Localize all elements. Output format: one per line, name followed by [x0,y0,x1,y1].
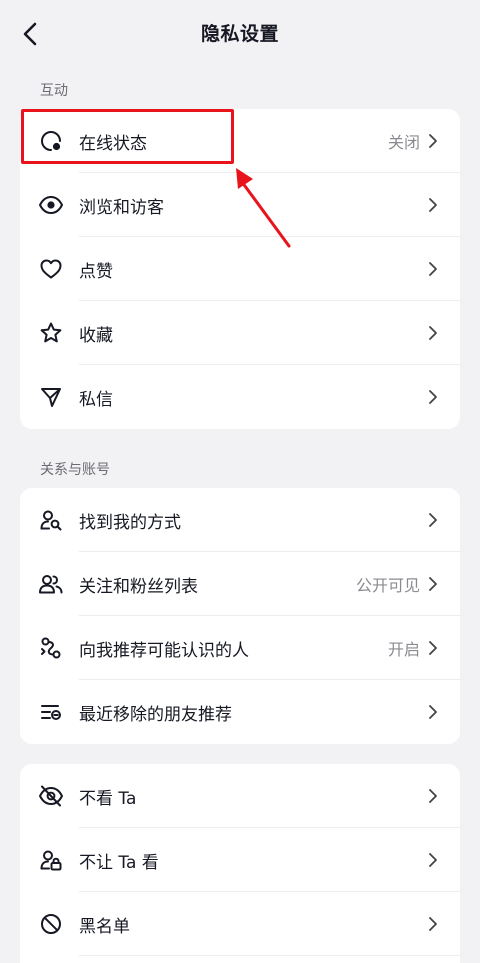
chevron-right-icon [428,513,440,527]
row-browse-visitors[interactable]: 浏览和访客 [20,173,460,237]
row-label: 不看 Ta [79,788,137,809]
row-label: 收藏 [79,325,113,346]
interaction-card: 在线状态 关闭 浏览和访客 点赞 收藏 私信 [20,109,460,429]
row-label: 找到我的方式 [79,512,181,533]
recommend-people-icon [38,635,64,661]
section-label-relationship: 关系与账号 [40,462,110,478]
row-label: 私信 [79,389,113,410]
row-follow-fans[interactable]: 关注和粉丝列表 公开可见 [20,552,460,616]
row-likes[interactable]: 点赞 [20,237,460,301]
row-label: 最近移除的朋友推荐 [79,704,232,725]
removed-list-icon [38,699,64,725]
heart-icon [38,256,64,282]
relationship-card: 找到我的方式 关注和粉丝列表 公开可见 向我推荐可能认识的人 开启 最近移除的朋… [20,488,460,744]
chevron-right-icon [428,326,440,340]
row-favorites[interactable]: 收藏 [20,301,460,365]
row-label: 浏览和访客 [79,197,164,218]
row-blacklist[interactable]: 黑名单 [20,892,460,956]
row-hide-my-content[interactable]: 不让 Ta 看 [20,828,460,892]
row-label: 向我推荐可能认识的人 [79,640,249,661]
chevron-right-icon [428,262,440,276]
row-label: 黑名单 [79,916,130,937]
row-value: 公开可见 [355,576,420,595]
section-label-interaction: 互动 [40,83,68,99]
chevron-right-icon [428,134,440,148]
chevron-right-icon [428,641,440,655]
row-label: 关注和粉丝列表 [79,576,198,597]
row-find-me[interactable]: 找到我的方式 [20,488,460,552]
users-icon [38,571,64,597]
user-search-icon [38,507,64,533]
page-title: 隐私设置 [200,23,279,45]
star-icon [38,320,64,346]
row-value: 开启 [387,640,420,659]
online-status-icon [38,128,64,154]
chevron-right-icon [428,789,440,803]
chevron-right-icon [428,390,440,404]
row-hide-their-content[interactable]: 不看 Ta [20,764,460,828]
chevron-right-icon [428,577,440,591]
row-value: 关闭 [387,133,420,152]
row-label: 点赞 [79,261,113,282]
chevron-right-icon [428,198,440,212]
row-removed-recommendations[interactable]: 最近移除的朋友推荐 [20,680,460,744]
user-lock-icon [38,847,64,873]
row-recommend-people[interactable]: 向我推荐可能认识的人 开启 [20,616,460,680]
eye-icon [38,192,64,218]
block-icon [38,911,64,937]
row-label: 不让 Ta 看 [79,852,159,873]
row-label: 在线状态 [79,133,147,154]
chevron-right-icon [428,917,440,931]
header: 隐私设置 [0,0,480,66]
chevron-right-icon [428,853,440,867]
row-messages[interactable]: 私信 [20,365,460,429]
blocking-card: 不看 Ta 不让 Ta 看 黑名单 [20,764,460,963]
send-icon [38,384,64,410]
eye-off-icon [38,783,64,809]
chevron-right-icon [428,705,440,719]
row-online-status[interactable]: 在线状态 关闭 [20,109,460,173]
